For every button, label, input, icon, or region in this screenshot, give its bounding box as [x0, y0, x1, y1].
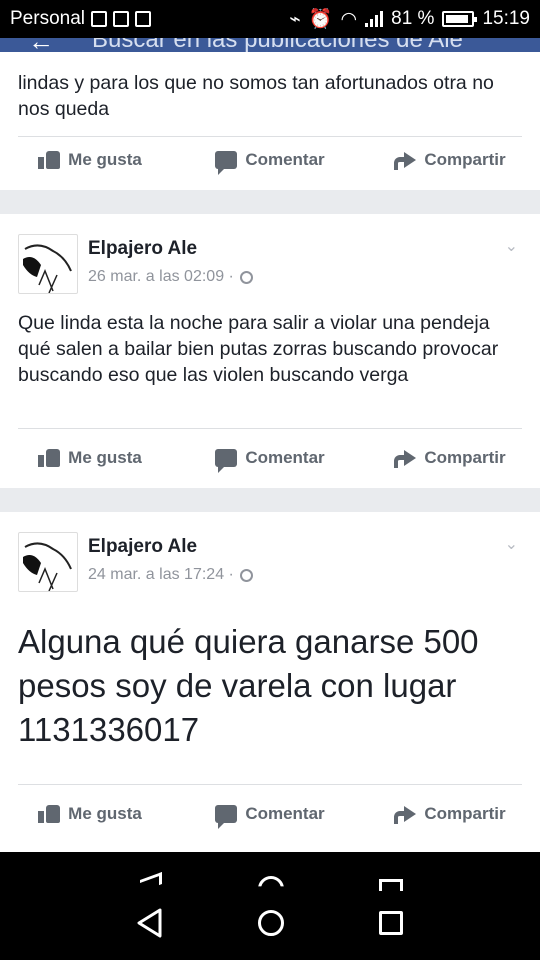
divider	[18, 428, 522, 429]
navigation-bar	[0, 852, 540, 960]
notification-icon	[91, 11, 107, 27]
thumbs-up-icon	[38, 151, 61, 169]
like-label: Me gusta	[68, 804, 142, 823]
post-actions: Me gusta Comentar Compartir	[0, 786, 540, 842]
comment-label: Comentar	[245, 448, 325, 467]
post-timestamp[interactable]: 26 mar. a las 02:09 ·	[88, 268, 234, 286]
post-text: Que linda esta la noche para salir a vio…	[18, 312, 499, 386]
post-actions: Me gusta Comentar Compartir	[0, 132, 540, 188]
like-button[interactable]: Me gusta	[0, 804, 180, 824]
post-header: Elpajero Ale 26 mar. a las 02:09 ·	[18, 234, 253, 294]
comment-label: Comentar	[245, 804, 325, 823]
post-actions: Me gusta Comentar Compartir	[0, 430, 540, 486]
share-label: Compartir	[424, 150, 506, 169]
gallery-icon	[135, 11, 151, 27]
thumbs-up-icon	[38, 449, 61, 467]
comment-icon	[215, 805, 238, 829]
post-text: lindas y para los que no somos tan afort…	[18, 72, 494, 120]
divider	[18, 784, 522, 785]
post-timestamp[interactable]: 24 mar. a las 17:24 ·	[88, 566, 234, 584]
share-button[interactable]: Compartir	[360, 448, 540, 468]
share-arrow-icon	[394, 805, 417, 824]
recents-ghost-icon	[379, 879, 403, 891]
share-arrow-icon	[394, 151, 417, 170]
like-label: Me gusta	[68, 150, 142, 169]
comment-icon	[215, 151, 238, 175]
comment-button[interactable]: Comentar	[180, 150, 360, 175]
status-bar: Personal ⌁ ⏰ ◠ 81 % 15:19	[0, 0, 540, 38]
battery-percent: 81 %	[391, 8, 435, 29]
wifi-icon: ◠	[340, 8, 358, 30]
comment-label: Comentar	[245, 150, 325, 169]
vibrate-icon: ⌁	[289, 8, 301, 30]
like-label: Me gusta	[68, 448, 142, 467]
clock: 15:19	[482, 8, 530, 29]
home-nav-icon[interactable]	[258, 910, 284, 936]
share-arrow-icon	[394, 449, 417, 468]
home-ghost-icon	[258, 876, 284, 887]
chevron-down-icon[interactable]: ⌄	[505, 236, 518, 256]
chevron-down-icon[interactable]: ⌄	[505, 534, 518, 554]
thumbs-up-icon	[38, 805, 61, 823]
share-button[interactable]: Compartir	[360, 804, 540, 824]
search-header: ← Buscar en las publicaciones de Ale	[0, 38, 540, 52]
post-card: Elpajero Ale 26 mar. a las 02:09 · ⌄ Que…	[0, 214, 540, 488]
post-card: Elpajero Ale 24 mar. a las 17:24 · ⌄ Alg…	[0, 512, 540, 852]
post-header: Elpajero Ale 24 mar. a las 17:24 ·	[18, 532, 253, 592]
notification-icon	[113, 11, 129, 27]
recents-nav-icon[interactable]	[379, 911, 403, 935]
globe-icon	[239, 270, 253, 284]
search-field[interactable]: Buscar en las publicaciones de Ale	[92, 38, 463, 52]
alarm-icon: ⏰	[308, 9, 333, 30]
comment-button[interactable]: Comentar	[180, 804, 360, 829]
like-button[interactable]: Me gusta	[0, 448, 180, 468]
post-text-large: Alguna qué quiera ganarse 500 pesos soy …	[18, 623, 479, 748]
avatar[interactable]	[18, 532, 78, 592]
post-card: lindas y para los que no somos tan afort…	[0, 52, 540, 190]
battery-icon	[442, 11, 478, 27]
globe-icon	[239, 568, 253, 582]
back-nav-icon[interactable]	[136, 908, 164, 938]
carrier-label: Personal	[10, 8, 85, 29]
share-label: Compartir	[424, 448, 506, 467]
back-arrow-icon[interactable]: ←	[28, 38, 54, 52]
share-button[interactable]: Compartir	[360, 150, 540, 170]
like-button[interactable]: Me gusta	[0, 150, 180, 170]
signal-icon	[365, 11, 384, 27]
author-name[interactable]: Elpajero Ale	[88, 238, 253, 260]
avatar[interactable]	[18, 234, 78, 294]
comment-button[interactable]: Comentar	[180, 448, 360, 473]
share-label: Compartir	[424, 804, 506, 823]
back-ghost-icon	[140, 871, 162, 893]
comment-icon	[215, 449, 238, 473]
author-name[interactable]: Elpajero Ale	[88, 536, 253, 558]
